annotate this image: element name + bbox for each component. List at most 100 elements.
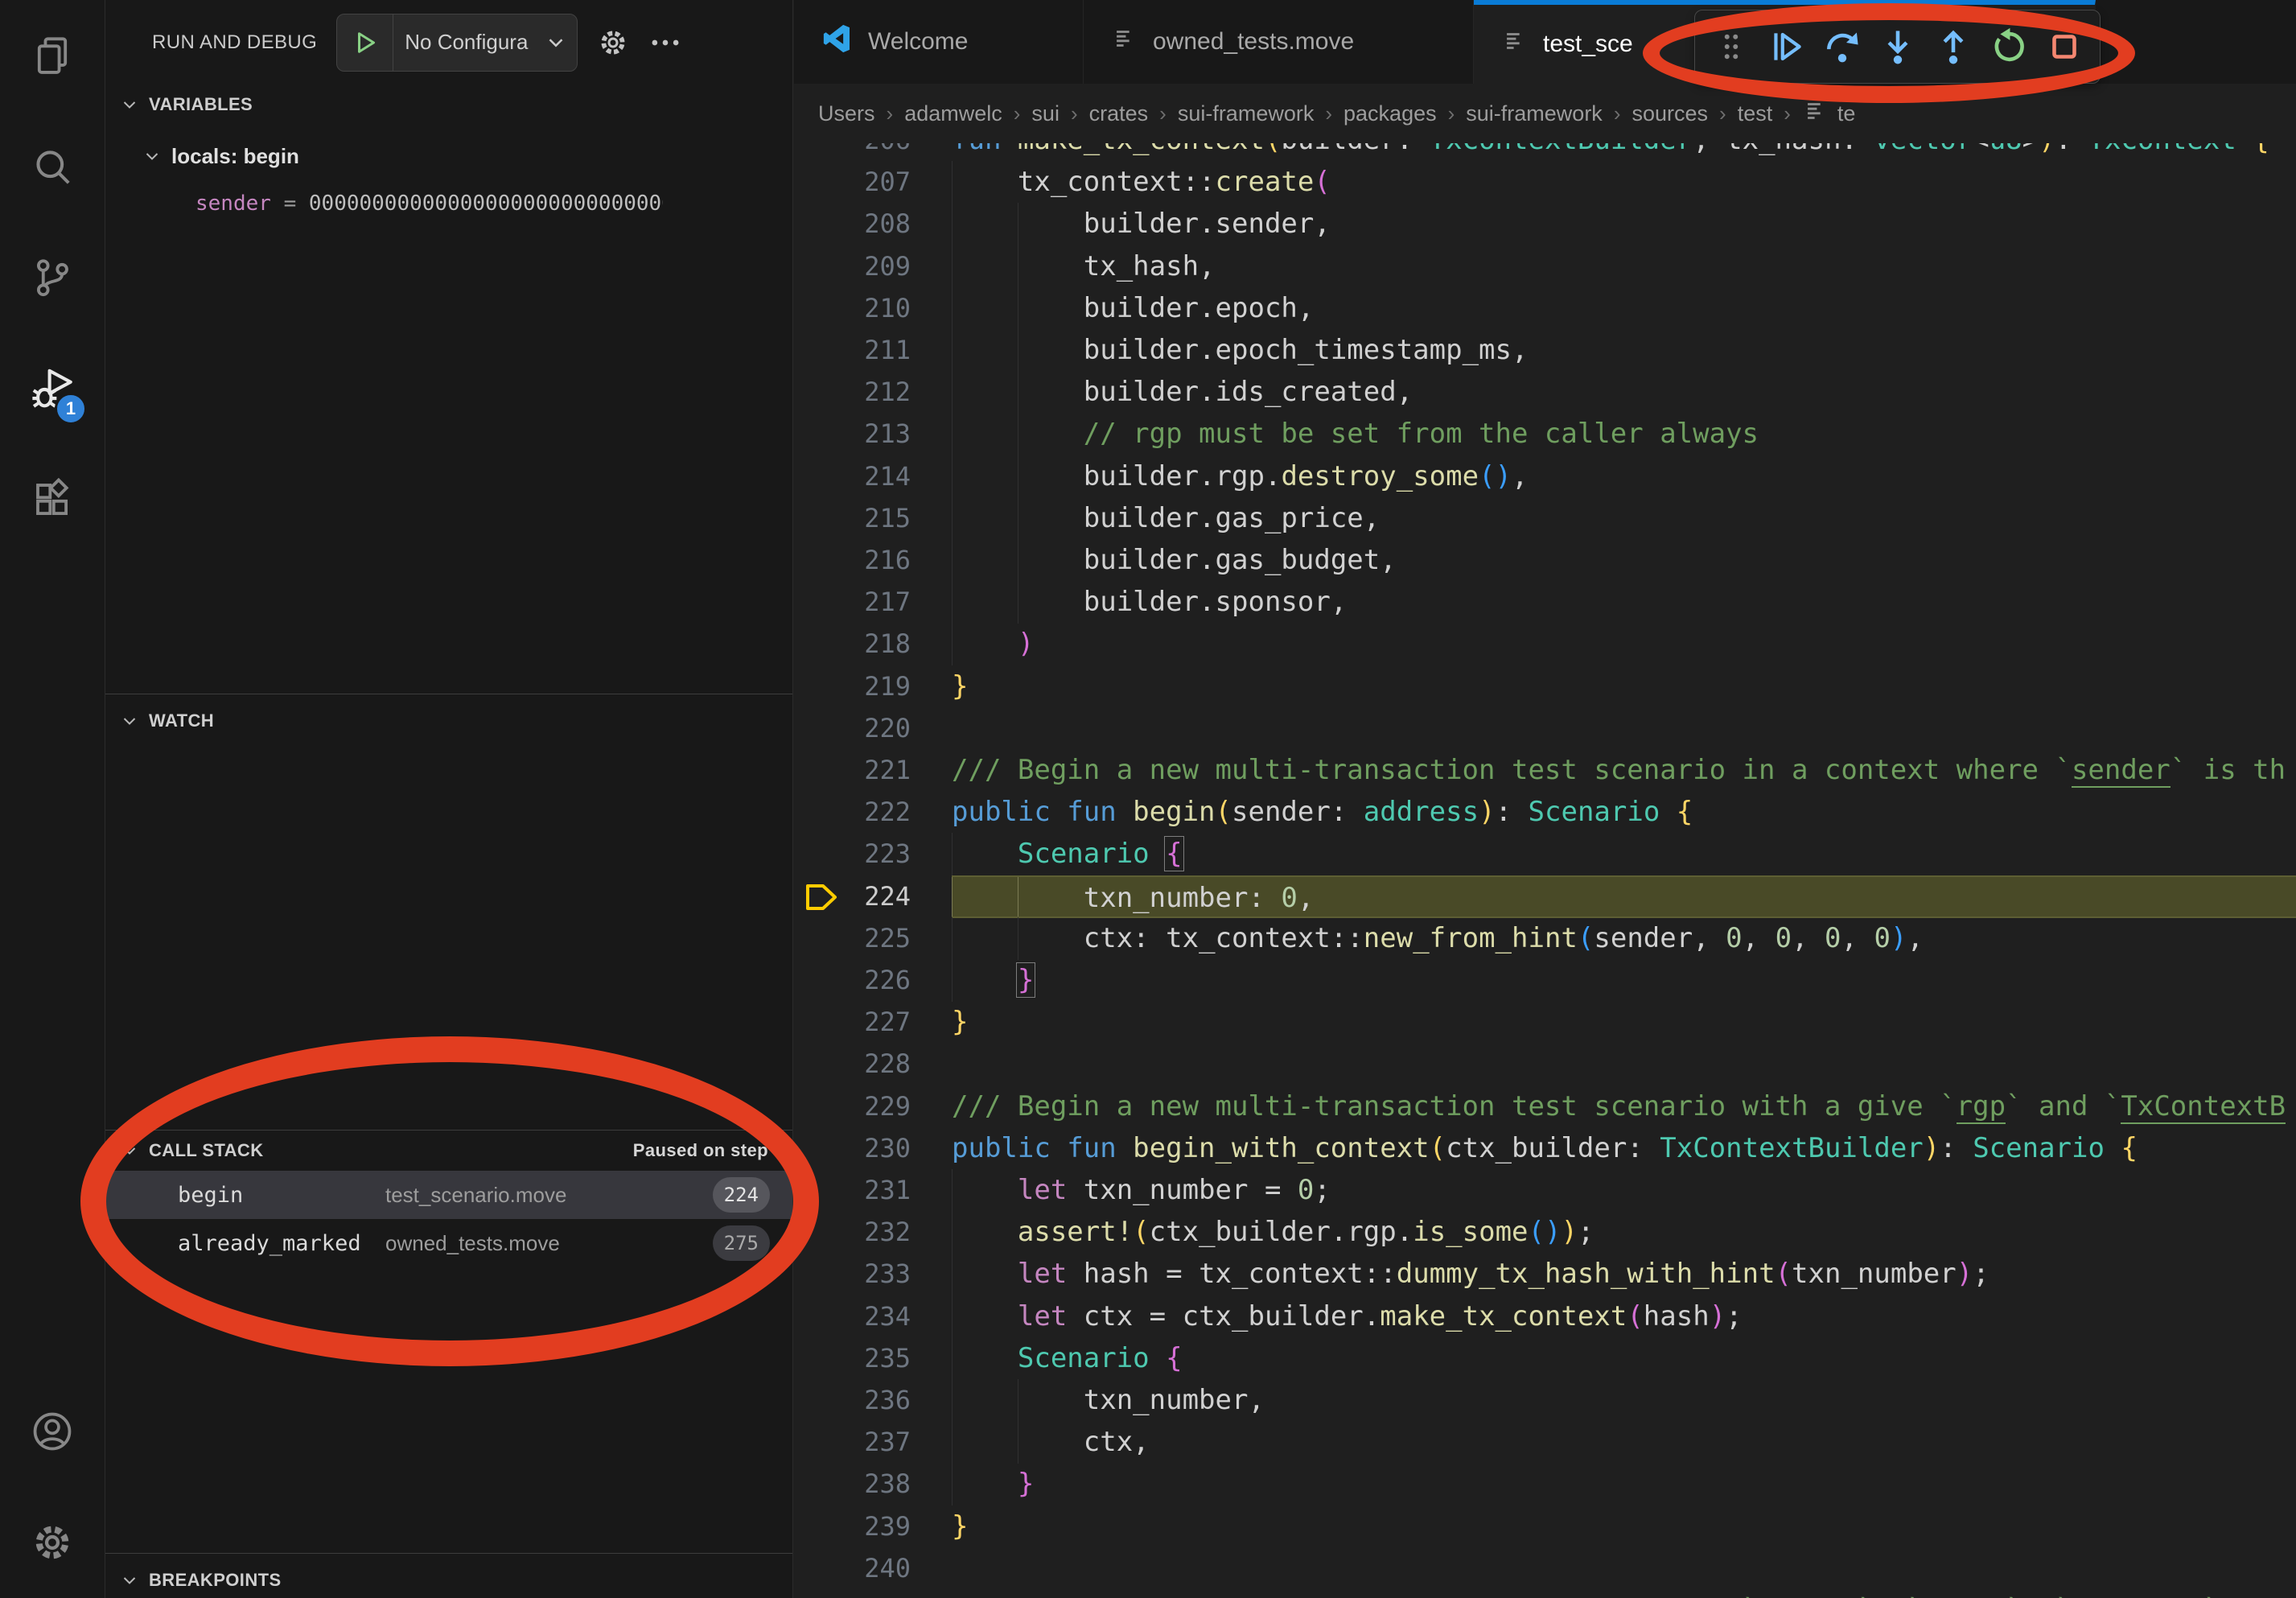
variables-scope-row[interactable]: locals: begin <box>105 131 792 181</box>
source-control-icon[interactable] <box>0 222 105 333</box>
line-number[interactable]: 237 <box>794 1421 911 1464</box>
code-line[interactable]: 226} <box>794 959 2296 1002</box>
breadcrumb-item[interactable]: test <box>1738 101 1773 126</box>
line-number[interactable]: 233 <box>794 1253 911 1295</box>
code-line[interactable]: 225ctx: tx_context::new_from_hint(sender… <box>794 917 2296 960</box>
line-number[interactable]: 235 <box>794 1337 911 1380</box>
breadcrumb-item[interactable]: sources <box>1631 101 1708 126</box>
line-number[interactable]: 229 <box>794 1085 911 1128</box>
line-number[interactable]: 223 <box>794 833 911 875</box>
line-number[interactable]: 213 <box>794 413 911 455</box>
code-line[interactable]: 211builder.epoch_timestamp_ms, <box>794 329 2296 372</box>
line-number[interactable]: 208 <box>794 203 911 245</box>
step-out-button[interactable] <box>1930 23 1977 70</box>
line-number[interactable]: 230 <box>794 1127 911 1170</box>
line-number[interactable]: 241 <box>794 1589 911 1598</box>
line-number[interactable]: 226 <box>794 959 911 1002</box>
code-line[interactable]: 215builder.gas_price, <box>794 497 2296 540</box>
line-number[interactable]: 221 <box>794 749 911 792</box>
code-line[interactable]: 223Scenario { <box>794 833 2296 875</box>
tab-welcome[interactable]: Welcome <box>794 0 1084 84</box>
code-line[interactable]: 241/// Creates and shares system objects… <box>794 1589 2296 1598</box>
stop-button[interactable] <box>2041 23 2088 70</box>
line-number[interactable]: 222 <box>794 791 911 834</box>
start-debug-icon[interactable] <box>337 14 393 71</box>
code-line[interactable]: 221/// Begin a new multi-transaction tes… <box>794 749 2296 792</box>
code-line[interactable]: 222public fun begin(sender: address): Sc… <box>794 791 2296 834</box>
breadcrumb-item[interactable]: sui-framework <box>1178 101 1315 126</box>
account-icon[interactable] <box>0 1376 105 1487</box>
breadcrumb-item[interactable]: Users <box>818 101 875 126</box>
step-into-button[interactable] <box>1874 23 1921 70</box>
line-number[interactable]: 239 <box>794 1505 911 1548</box>
code-line[interactable]: 219} <box>794 665 2296 708</box>
stack-frame[interactable]: already_markedowned_tests.move275 <box>105 1219 792 1267</box>
code-line[interactable]: 216builder.gas_budget, <box>794 539 2296 582</box>
line-number[interactable]: 218 <box>794 623 911 665</box>
line-number[interactable]: 206 <box>794 143 911 162</box>
line-number[interactable]: 212 <box>794 371 911 414</box>
variables-header[interactable]: VARIABLES <box>105 84 792 125</box>
debug-config-dropdown[interactable]: No Configura <box>336 14 578 72</box>
code-line[interactable]: 230public fun begin_with_context(ctx_bui… <box>794 1127 2296 1170</box>
code-line[interactable]: 212builder.ids_created, <box>794 371 2296 414</box>
gear-icon[interactable] <box>597 27 629 59</box>
code-line[interactable]: 208builder.sender, <box>794 203 2296 245</box>
line-number[interactable]: 240 <box>794 1547 911 1590</box>
drag-grip-handle[interactable] <box>1708 23 1755 70</box>
step-over-button[interactable] <box>1819 23 1866 70</box>
code-line[interactable]: 224txn_number: 0, <box>794 875 2296 918</box>
code-line[interactable]: 228 <box>794 1043 2296 1085</box>
run-and-debug-icon[interactable]: 1 <box>0 333 105 444</box>
code-line[interactable]: 218) <box>794 623 2296 665</box>
code-line[interactable]: 210builder.epoch, <box>794 287 2296 330</box>
breakpoints-header[interactable]: BREAKPOINTS <box>105 1560 792 1598</box>
code-line[interactable]: 233let hash = tx_context::dummy_tx_hash_… <box>794 1253 2296 1295</box>
code-line[interactable]: 229/// Begin a new multi-transaction tes… <box>794 1085 2296 1128</box>
line-number[interactable]: 220 <box>794 707 911 750</box>
code-line[interactable]: 239} <box>794 1505 2296 1548</box>
variable-row[interactable]: sender = 0000000000000000000000000000000… <box>105 181 792 226</box>
breadcrumb-item[interactable]: packages <box>1343 101 1437 126</box>
breadcrumb-item[interactable]: adamwelc <box>904 101 1002 126</box>
code-line[interactable]: 220 <box>794 707 2296 750</box>
code-line[interactable]: 231let txn_number = 0; <box>794 1169 2296 1212</box>
settings-icon[interactable] <box>0 1487 105 1598</box>
more-actions-icon[interactable] <box>648 26 682 60</box>
continue-button[interactable] <box>1763 23 1810 70</box>
line-number[interactable]: 216 <box>794 539 911 582</box>
line-number[interactable]: 225 <box>794 917 911 960</box>
line-number[interactable]: 211 <box>794 329 911 372</box>
code-line[interactable]: 227} <box>794 1001 2296 1044</box>
extensions-icon[interactable] <box>0 444 105 555</box>
call-stack-header[interactable]: CALL STACK Paused on step <box>105 1131 792 1171</box>
code-line[interactable]: 206fun make_tx_context(builder: TxContex… <box>794 143 2296 162</box>
code-line[interactable]: 217builder.sponsor, <box>794 581 2296 624</box>
breadcrumb-item[interactable]: sui <box>1031 101 1060 126</box>
line-number[interactable]: 232 <box>794 1211 911 1254</box>
breadcrumb-item[interactable]: crates <box>1089 101 1149 126</box>
line-number[interactable]: 238 <box>794 1463 911 1505</box>
code-line[interactable]: 240 <box>794 1547 2296 1590</box>
line-number[interactable]: 207 <box>794 161 911 204</box>
watch-header[interactable]: WATCH <box>105 701 792 741</box>
stack-frame[interactable]: begintest_scenario.move224 <box>105 1171 792 1219</box>
code-line[interactable]: 207tx_context::create( <box>794 161 2296 204</box>
line-number[interactable]: 234 <box>794 1295 911 1338</box>
restart-button[interactable] <box>1985 23 2032 70</box>
line-number[interactable]: 228 <box>794 1043 911 1085</box>
breadcrumb[interactable]: Users›adamwelc›sui›crates›sui-framework›… <box>794 84 2296 143</box>
line-number[interactable]: 219 <box>794 665 911 708</box>
code-line[interactable]: 232assert!(ctx_builder.rgp.is_some()); <box>794 1211 2296 1254</box>
explorer-icon[interactable] <box>0 0 105 111</box>
line-number[interactable]: 227 <box>794 1001 911 1044</box>
line-number[interactable]: 214 <box>794 455 911 498</box>
line-number[interactable]: 210 <box>794 287 911 330</box>
code-line[interactable]: 209tx_hash, <box>794 245 2296 288</box>
breadcrumb-file[interactable]: te <box>1802 97 1856 130</box>
code-line[interactable]: 235Scenario { <box>794 1337 2296 1380</box>
code-line[interactable]: 236txn_number, <box>794 1379 2296 1422</box>
line-number[interactable]: 236 <box>794 1379 911 1422</box>
line-number[interactable]: 231 <box>794 1169 911 1212</box>
code-line[interactable]: 237ctx, <box>794 1421 2296 1464</box>
